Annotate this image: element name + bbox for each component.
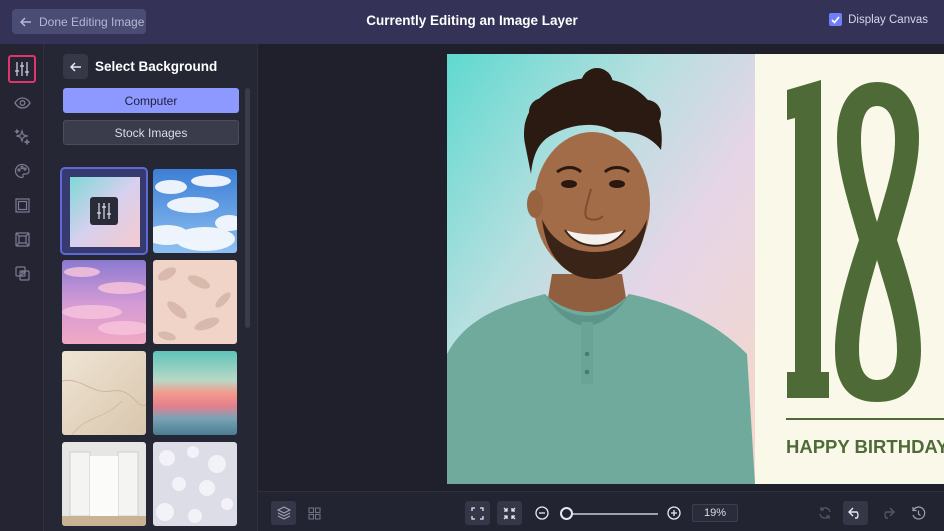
sparkle-icon[interactable] xyxy=(8,123,36,151)
card-divider xyxy=(786,418,944,420)
select-background-panel: Select Background Computer Stock Images xyxy=(44,44,258,531)
zoom-out-button[interactable] xyxy=(529,501,554,525)
redo-history-button[interactable] xyxy=(812,501,837,525)
computer-button[interactable]: Computer xyxy=(63,88,239,113)
adjust-icon xyxy=(97,203,111,219)
frame-icon[interactable] xyxy=(8,191,36,219)
arrow-left-icon xyxy=(69,61,81,72)
layers-overlap-icon[interactable] xyxy=(8,259,36,287)
zoom-level-display[interactable]: 19% xyxy=(692,504,738,522)
panel-back-button[interactable] xyxy=(63,54,88,79)
panel-scrollbar[interactable] xyxy=(245,88,250,328)
display-canvas-toggle[interactable]: Display Canvas xyxy=(829,13,928,26)
thumbnail-white-doorway[interactable] xyxy=(62,442,146,526)
zoom-slider-handle[interactable] xyxy=(560,507,573,520)
zoom-in-icon xyxy=(666,506,681,520)
thumbnail-pink-sunset-clouds[interactable] xyxy=(62,260,146,344)
history-button[interactable] xyxy=(906,501,931,525)
undo-icon xyxy=(848,507,859,519)
birthday-card-panel[interactable]: 18 HAPPY BIRTHDAY xyxy=(755,54,944,484)
panel-title: Select Background xyxy=(95,59,218,74)
zoom-in-button[interactable] xyxy=(661,501,686,525)
thumbnail-bokeh-lights[interactable] xyxy=(153,442,237,526)
tool-rail xyxy=(0,44,44,531)
expand-icon xyxy=(471,506,484,520)
display-canvas-checkbox[interactable] xyxy=(829,13,843,26)
eye-icon[interactable] xyxy=(8,89,36,117)
big-number-18 xyxy=(787,80,921,402)
thumbnail-leaf-shadows[interactable] xyxy=(153,260,237,344)
greeting-text: HAPPY BIRTHDAY xyxy=(786,436,944,457)
shrink-icon xyxy=(503,507,516,519)
refresh-icon xyxy=(818,507,831,519)
thumbnail-blue-sky-clouds[interactable] xyxy=(153,169,237,253)
portrait-photo-layer[interactable] xyxy=(447,54,755,484)
adjust-icon[interactable] xyxy=(8,55,36,83)
display-canvas-label: Display Canvas xyxy=(848,13,928,26)
thumbnail-ocean-sunset[interactable] xyxy=(153,351,237,435)
redo-icon xyxy=(884,507,895,519)
zoom-slider-track[interactable] xyxy=(566,513,658,515)
redo-button[interactable] xyxy=(875,501,900,525)
layers-button[interactable] xyxy=(271,501,296,525)
layers-icon xyxy=(276,506,291,520)
crop-icon[interactable] xyxy=(8,225,36,253)
undo-button[interactable] xyxy=(843,501,868,525)
canvas-workspace: 18 HAPPY BIRTHDAY xyxy=(258,44,944,491)
thumbnail-marble[interactable] xyxy=(62,351,146,435)
stock-images-button[interactable]: Stock Images xyxy=(63,120,239,145)
history-icon xyxy=(912,505,926,520)
grid-icon xyxy=(308,506,321,520)
thumbnail-custom-gradient[interactable] xyxy=(60,167,148,255)
design-canvas[interactable]: 18 HAPPY BIRTHDAY xyxy=(447,54,944,484)
bottom-toolbar: 19% xyxy=(258,491,944,531)
fit-to-screen-button[interactable] xyxy=(465,501,490,525)
grid-view-button[interactable] xyxy=(302,501,327,525)
zoom-out-icon xyxy=(534,506,549,520)
shrink-button[interactable] xyxy=(497,501,522,525)
palette-icon[interactable] xyxy=(8,157,36,185)
page-title: Currently Editing an Image Layer xyxy=(366,13,578,28)
check-icon xyxy=(831,15,840,24)
top-bar: Done Editing Image Currently Editing an … xyxy=(0,0,944,44)
